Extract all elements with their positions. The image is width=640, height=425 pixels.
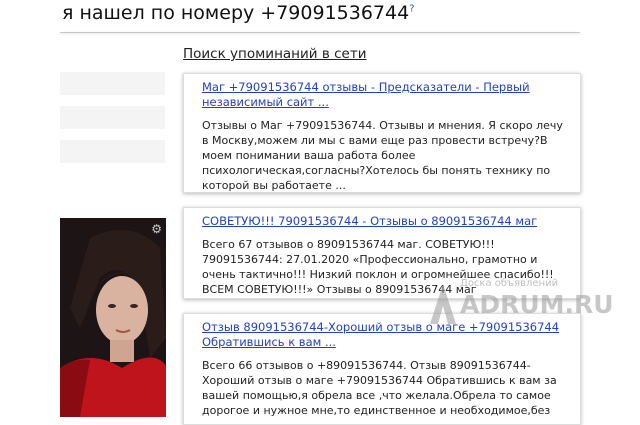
sidebar-bar-2: [60, 106, 165, 129]
result-card-1: Маг +79091536744 отзывы - Предсказатели …: [183, 73, 581, 193]
result-title-1[interactable]: Маг +79091536744 отзывы - Предсказатели …: [202, 80, 572, 110]
result-snippet-1: Отзывы о Маг +79091536744. Отзывы и мнен…: [202, 119, 563, 192]
woman-portrait-image: [60, 218, 166, 417]
help-link[interactable]: ?: [409, 4, 414, 15]
header-divider: [60, 32, 580, 33]
headline-text: я нашел по номеру +79091536744: [62, 2, 410, 24]
result-card-2: СОВЕТУЮ!!! 79091536744 - Отзывы о 890915…: [183, 207, 581, 299]
result-title-2[interactable]: СОВЕТУЮ!!! 79091536744 - Отзывы о 890915…: [202, 214, 572, 229]
ad-photo[interactable]: ⚙: [60, 218, 166, 417]
sidebar-bar-1: [60, 72, 165, 95]
page-headline: я нашел по номеру +79091536744?: [62, 2, 415, 24]
search-mentions-link[interactable]: Поиск упоминаний в сети: [183, 46, 366, 62]
result-snippet-2: Всего 67 отзывов о 89091536744 маг. СОВЕ…: [202, 238, 554, 296]
gear-icon[interactable]: ⚙: [151, 222, 162, 236]
result-card-3: Отзыв 89091536744-Хороший отзыв о маге +…: [183, 313, 581, 425]
sidebar-bar-3: [60, 140, 165, 163]
result-snippet-3: Всего 66 отзывов о +89091536744. Отзыв 8…: [202, 359, 557, 417]
result-title-3[interactable]: Отзыв 89091536744-Хороший отзыв о маге +…: [202, 320, 572, 350]
